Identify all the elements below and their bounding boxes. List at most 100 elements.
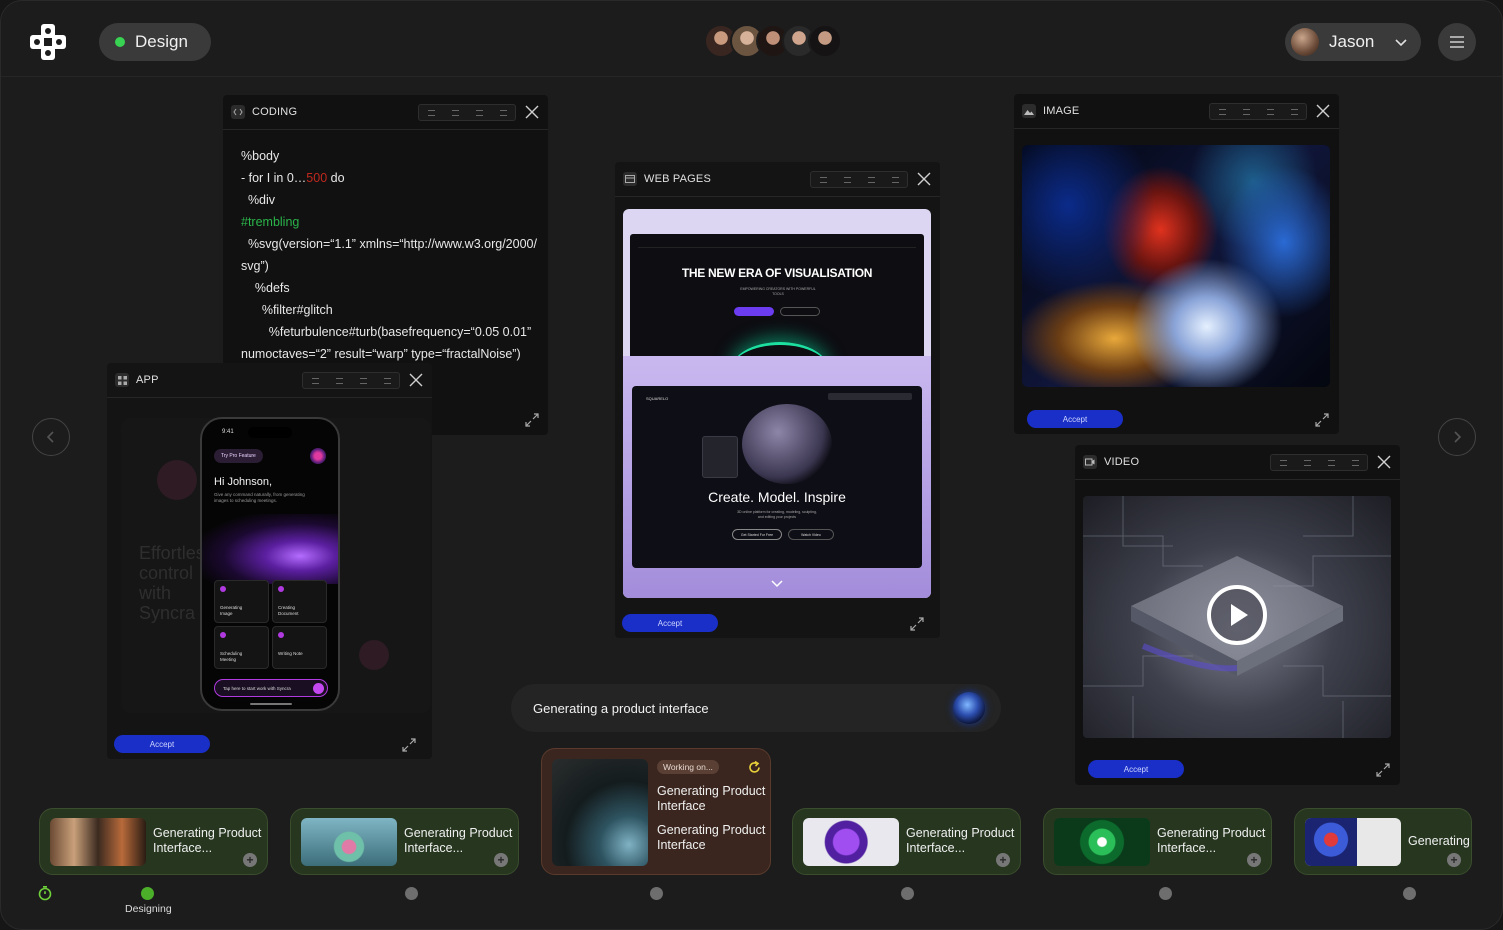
prompt-text: Generating a product interface (533, 700, 709, 716)
mode-label: Design (135, 32, 188, 51)
card-title: Generating Product Interface... (1157, 826, 1266, 855)
tile-scheduling-meeting[interactable]: Scheduling Meeting (214, 626, 269, 669)
code-line: %div (241, 193, 276, 207)
add-icon[interactable]: + (1247, 853, 1261, 867)
web-cta-primary[interactable] (734, 307, 774, 316)
web-hero-title: Create. Model. Inspire (708, 489, 846, 505)
phone-subtitle: Give any command naturally, from generat… (214, 492, 305, 503)
web-cta-secondary[interactable]: Watch Video (788, 529, 834, 540)
expand-icon[interactable] (402, 738, 416, 752)
timeline-dot[interactable] (650, 887, 663, 900)
panel-title: CODING (252, 106, 298, 118)
logo-icon[interactable] (29, 23, 67, 61)
mode-status-dot (115, 37, 125, 47)
panel-toolbar[interactable] (302, 372, 400, 389)
working-badge: Working on... (657, 760, 719, 774)
web-hero-subtitle: EMPOWERING CREATORS WITH POWERFUL TOOLS (740, 287, 816, 296)
panel-title: VIDEO (1104, 456, 1140, 468)
collaborator-avatars[interactable] (704, 24, 842, 58)
web-brand: SQUARELO (646, 396, 669, 401)
queue-card[interactable]: Generating Product Interface... + (290, 808, 519, 875)
web-nav (638, 242, 916, 248)
queue-card-active[interactable]: Working on... Generating Product Interfa… (541, 748, 771, 875)
expand-icon[interactable] (1376, 763, 1390, 777)
header-divider (1, 76, 1502, 77)
code-line: svg”) (241, 259, 269, 273)
prompt-input[interactable]: Generating a product interface (511, 684, 1001, 732)
expand-icon[interactable] (1315, 413, 1329, 427)
close-icon[interactable] (525, 105, 539, 119)
card-thumbnail (1305, 818, 1401, 866)
accept-button[interactable]: Accept (1088, 760, 1184, 778)
previous-button[interactable] (32, 418, 70, 456)
timeline-dot-active[interactable] (141, 887, 154, 900)
menu-button[interactable] (1438, 23, 1476, 61)
web-preview-page[interactable]: THE NEW ERA OF VISUALISATION EMPOWERING … (630, 234, 924, 374)
user-menu[interactable]: Jason (1285, 23, 1421, 61)
phone-command-input[interactable]: Tap here to start work with Syncra (214, 679, 328, 697)
add-icon[interactable]: + (243, 853, 257, 867)
timer-icon[interactable] (37, 885, 53, 901)
web-cta-secondary[interactable] (780, 307, 820, 316)
accept-button[interactable]: Accept (1027, 410, 1123, 428)
code-line: %defs (241, 281, 290, 295)
user-name: Jason (1329, 32, 1375, 51)
tile-writing-note[interactable]: Writing Note (272, 626, 327, 669)
web-cta-primary[interactable]: Get Started For Free (732, 529, 782, 540)
code-editor[interactable]: %body - for I in 0…500 do %div #tremblin… (241, 145, 541, 365)
video-player[interactable] (1083, 496, 1391, 738)
add-icon[interactable]: + (494, 853, 508, 867)
queue-card[interactable]: Generating Product Interface... + (1043, 808, 1272, 875)
close-icon[interactable] (1377, 455, 1391, 469)
web-preview-page[interactable]: SQUARELO Create. Model. Inspire 3D onlin… (623, 356, 931, 598)
close-icon[interactable] (1316, 104, 1330, 118)
card-thumbnail (50, 818, 146, 866)
grid-icon (115, 373, 129, 387)
avatar[interactable] (808, 24, 842, 58)
menu-icon (1450, 36, 1464, 48)
web-nav (828, 393, 912, 400)
add-icon[interactable]: + (996, 853, 1010, 867)
tile-generating-image[interactable]: Generating Image (214, 580, 269, 623)
status-label: Designing (125, 903, 172, 915)
assistant-orb-icon[interactable] (953, 692, 985, 724)
add-icon[interactable]: + (1447, 853, 1461, 867)
panel-title: IMAGE (1043, 105, 1080, 117)
panel-toolbar[interactable] (1270, 454, 1368, 471)
panel-toolbar[interactable] (810, 171, 908, 188)
play-button[interactable] (1207, 585, 1267, 645)
close-icon[interactable] (409, 373, 423, 387)
video-panel: VIDEO Accept (1075, 445, 1400, 785)
panel-toolbar[interactable] (1209, 103, 1307, 120)
tile-creating-document[interactable]: Creating Document (272, 580, 327, 623)
queue-card[interactable]: Generating + (1294, 808, 1472, 875)
generated-image[interactable] (1022, 145, 1330, 387)
timeline-dot[interactable] (405, 887, 418, 900)
card-title: Generating Product Interface... (906, 826, 1015, 855)
timeline-dot[interactable] (1159, 887, 1172, 900)
mode-selector[interactable]: Design (99, 23, 211, 61)
queue-card[interactable]: Generating Product Interface... + (39, 808, 268, 875)
chevron-down-icon[interactable] (771, 580, 783, 588)
tile-label: Generating Image (220, 605, 243, 616)
timeline-dot[interactable] (901, 887, 914, 900)
close-icon[interactable] (917, 172, 931, 186)
next-button[interactable] (1438, 418, 1476, 456)
timeline-dot[interactable] (1403, 887, 1416, 900)
card-title: Generating (1408, 834, 1470, 848)
expand-icon[interactable] (910, 617, 924, 631)
accept-button[interactable]: Accept (114, 735, 210, 753)
expand-icon[interactable] (525, 413, 539, 427)
accept-button[interactable]: Accept (622, 614, 718, 632)
card-title: Generating Product Interface (657, 784, 766, 813)
code-line: %body (241, 149, 280, 163)
queue-card[interactable]: Generating Product Interface... + (792, 808, 1021, 875)
mic-icon[interactable] (313, 683, 324, 694)
assistant-avatar[interactable] (310, 448, 326, 464)
panel-toolbar[interactable] (418, 104, 516, 121)
refresh-icon[interactable] (747, 760, 762, 775)
web-pages-panel: WEB PAGES THE NEW ERA OF VISUALISATION E… (615, 162, 940, 638)
pro-feature-pill[interactable]: Try Pro Feature (214, 449, 263, 463)
web-hero-subtitle: 3D online platform for creating, modelin… (737, 510, 817, 519)
app-window: Design Jason CODING %body - for I in 0…5… (0, 0, 1503, 930)
